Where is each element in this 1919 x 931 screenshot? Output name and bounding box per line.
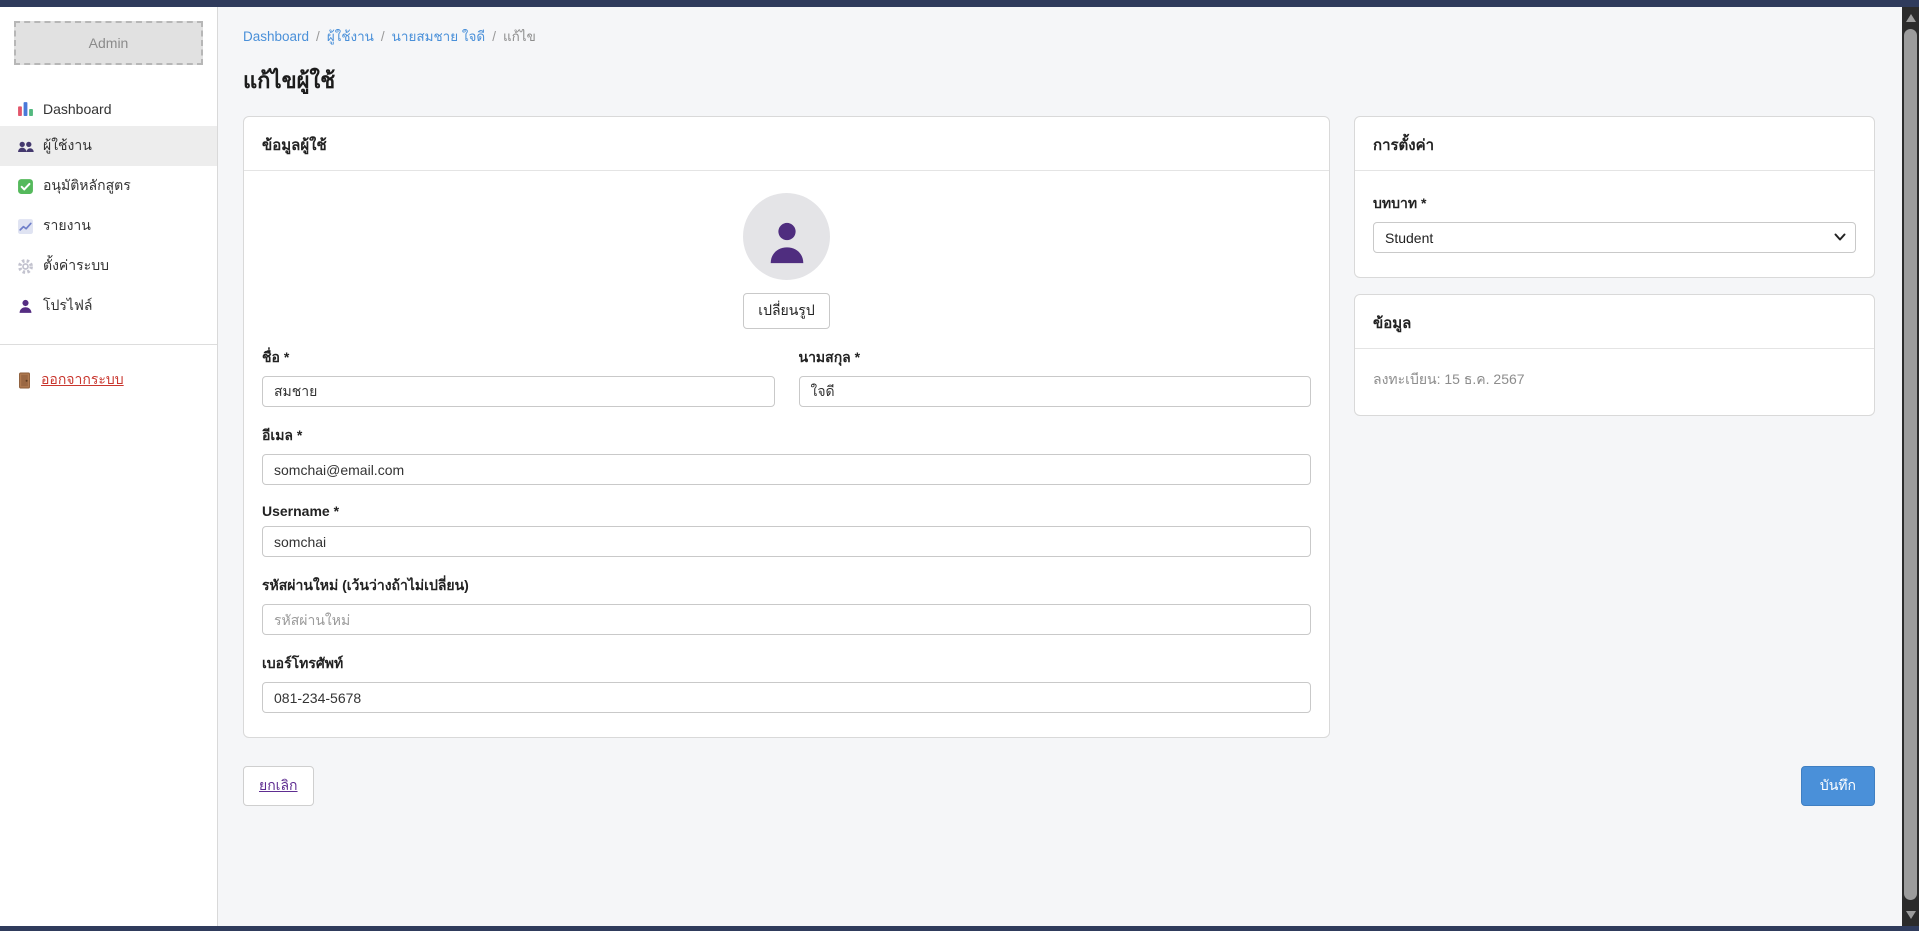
main-content: Dashboard / ผู้ใช้งาน / นายสมชาย ใจดี / … [219,7,1902,926]
required-asterisk: * [297,427,302,443]
role-select[interactable]: Student [1373,222,1856,253]
edit-user-page: Admin Dashboard ผู้ใช้งาน อนุมัติหลักสูต… [0,0,1919,931]
logout-link[interactable]: ออกจากระบบ [0,361,217,399]
breadcrumb-dashboard[interactable]: Dashboard [243,29,309,44]
dashboard-icon [17,100,34,117]
required-asterisk: * [334,503,339,519]
sidebar-item-approve-courses[interactable]: อนุมัติหลักสูตร [0,166,217,206]
bottom-accent-bar [0,926,1919,931]
phone-label: เบอร์โทรศัพท์ [262,653,1311,675]
sidebar-divider [0,344,217,345]
content-columns: ข้อมูลผู้ใช้ เปลี่ยนรูป ชื่อ [243,116,1875,738]
admin-brand-box: Admin [14,21,203,65]
phone-field[interactable] [262,682,1311,713]
last-name-label: นามสกุล * [799,347,1312,369]
email-field[interactable] [262,454,1311,485]
role-label: บทบาท * [1373,193,1856,215]
sidebar-item-label: ตั้งค่าระบบ [43,255,109,277]
registered-date-text: ลงทะเบียน: 15 ธ.ค. 2567 [1373,369,1856,391]
sidebar-item-users[interactable]: ผู้ใช้งาน [0,126,217,166]
change-photo-button[interactable]: เปลี่ยนรูป [743,293,829,329]
users-icon [17,138,34,155]
scroll-down-arrow-icon[interactable] [1906,911,1916,919]
person-icon [764,219,810,269]
scrollbar-thumb[interactable] [1904,29,1917,900]
breadcrumb-users[interactable]: ผู้ใช้งาน [327,25,374,47]
sidebar: Admin Dashboard ผู้ใช้งาน อนุมัติหลักสูต… [0,7,218,926]
sidebar-item-label: Dashboard [43,101,112,117]
required-asterisk: * [1421,195,1426,211]
reports-icon [17,218,34,235]
required-asterisk: * [855,349,860,365]
logout-door-icon [17,372,32,389]
sidebar-item-profile[interactable]: โปรไฟล์ [0,286,217,326]
phone-group: เบอร์โทรศัพท์ [262,653,1311,713]
settings-card-header: การตั้งค่า [1355,117,1874,171]
cancel-button[interactable]: ยกเลิก [243,766,314,806]
save-button[interactable]: บันทึก [1801,766,1875,806]
right-column: การตั้งค่า บทบาท * Student [1354,116,1875,416]
first-name-label: ชื่อ * [262,347,775,369]
first-name-field[interactable] [262,376,775,407]
settings-card-body: บทบาท * Student [1355,171,1874,277]
email-group: อีเมล * [262,425,1311,485]
name-row: ชื่อ * นามสกุล * [262,329,1311,407]
vertical-scrollbar[interactable] [1902,7,1919,926]
user-info-card-body: เปลี่ยนรูป ชื่อ * [244,171,1329,737]
breadcrumb-separator: / [381,29,385,44]
approve-course-icon [17,178,34,195]
username-group: Username * [262,503,1311,557]
system-settings-icon [17,258,34,275]
profile-icon [17,298,34,315]
sidebar-item-label: ผู้ใช้งาน [43,135,92,157]
settings-card: การตั้งค่า บทบาท * Student [1354,116,1875,278]
last-name-field[interactable] [799,376,1312,407]
cancel-button-label: ยกเลิก [259,777,298,793]
username-label: Username * [262,503,1311,519]
top-accent-bar [0,0,1919,7]
breadcrumb-current: แก้ไข [503,25,536,47]
form-actions: ยกเลิก บันทึก [243,766,1875,806]
password-label: รหัสผ่านใหม่ (เว้นว่างถ้าไม่เปลี่ยน) [262,575,1311,597]
user-info-card: ข้อมูลผู้ใช้ เปลี่ยนรูป ชื่อ [243,116,1330,738]
new-password-field[interactable] [262,604,1311,635]
breadcrumb: Dashboard / ผู้ใช้งาน / นายสมชาย ใจดี / … [243,25,1875,47]
sidebar-item-dashboard[interactable]: Dashboard [0,91,217,126]
user-info-card-header: ข้อมูลผู้ใช้ [244,117,1329,171]
required-asterisk: * [284,349,289,365]
password-group: รหัสผ่านใหม่ (เว้นว่างถ้าไม่เปลี่ยน) [262,575,1311,635]
sidebar-item-label: รายงาน [43,215,91,237]
breadcrumb-user-name[interactable]: นายสมชาย ใจดี [392,25,486,47]
first-name-group: ชื่อ * [262,347,775,407]
avatar [743,193,830,280]
info-card-body: ลงทะเบียน: 15 ธ.ค. 2567 [1355,349,1874,415]
sidebar-item-reports[interactable]: รายงาน [0,206,217,246]
breadcrumb-separator: / [492,29,496,44]
last-name-group: นามสกุล * [799,347,1312,407]
breadcrumb-separator: / [316,29,320,44]
role-select-wrap: Student [1373,222,1856,253]
scroll-up-arrow-icon[interactable] [1906,14,1916,22]
logout-label: ออกจากระบบ [41,369,124,391]
page-title: แก้ไขผู้ใช้ [243,63,1875,98]
admin-brand-label: Admin [89,35,129,51]
sidebar-item-system-settings[interactable]: ตั้งค่าระบบ [0,246,217,286]
username-field[interactable] [262,526,1311,557]
info-card-header: ข้อมูล [1355,295,1874,349]
sidebar-nav: Dashboard ผู้ใช้งาน อนุมัติหลักสูตร รายง… [0,91,217,326]
sidebar-item-label: โปรไฟล์ [43,295,92,317]
email-label: อีเมล * [262,425,1311,447]
sidebar-item-label: อนุมัติหลักสูตร [43,175,131,197]
info-card: ข้อมูล ลงทะเบียน: 15 ธ.ค. 2567 [1354,294,1875,416]
role-group: บทบาท * Student [1373,193,1856,253]
avatar-block: เปลี่ยนรูป [262,175,1311,329]
